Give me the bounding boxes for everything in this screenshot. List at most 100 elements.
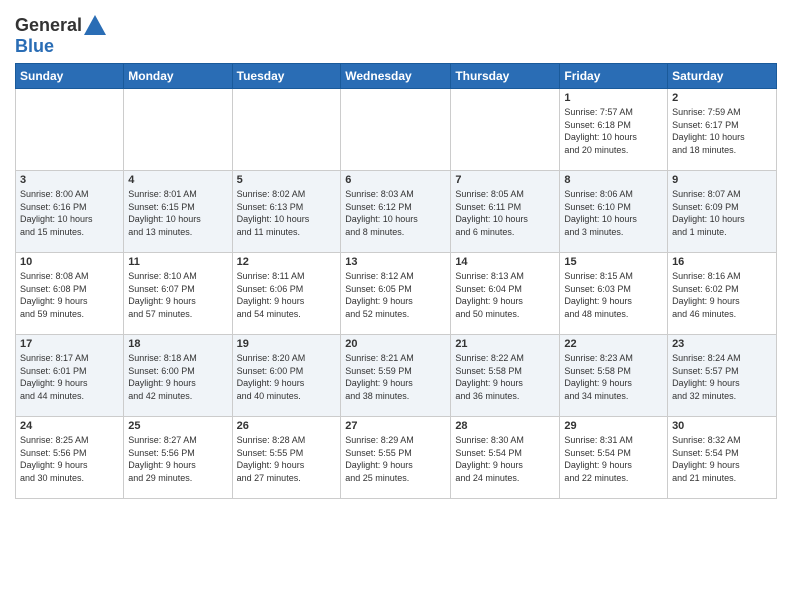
day-info: Sunrise: 8:07 AM Sunset: 6:09 PM Dayligh… — [672, 188, 772, 238]
day-number: 17 — [20, 338, 119, 350]
calendar-cell — [16, 89, 124, 171]
day-info: Sunrise: 8:32 AM Sunset: 5:54 PM Dayligh… — [672, 434, 772, 484]
day-info: Sunrise: 8:00 AM Sunset: 6:16 PM Dayligh… — [20, 188, 119, 238]
calendar-cell — [232, 89, 341, 171]
weekday-header-sunday: Sunday — [16, 64, 124, 89]
calendar-cell — [124, 89, 232, 171]
day-info: Sunrise: 8:05 AM Sunset: 6:11 PM Dayligh… — [455, 188, 555, 238]
day-info: Sunrise: 8:11 AM Sunset: 6:06 PM Dayligh… — [237, 270, 337, 320]
calendar-cell: 17Sunrise: 8:17 AM Sunset: 6:01 PM Dayli… — [16, 335, 124, 417]
day-info: Sunrise: 8:15 AM Sunset: 6:03 PM Dayligh… — [564, 270, 663, 320]
day-number: 5 — [237, 174, 337, 186]
calendar-cell: 29Sunrise: 8:31 AM Sunset: 5:54 PM Dayli… — [560, 417, 668, 499]
calendar-cell: 18 Sunrise: 8:18 AM Sunset: 6:00 PM Dayli… — [124, 335, 232, 417]
calendar-week-row: 24 Sunrise: 8:25 AM Sunset: 5:56 PM Dayli… — [16, 417, 777, 499]
calendar-cell: 4Sunrise: 8:01 AM Sunset: 6:15 PM Daylig… — [124, 171, 232, 253]
calendar-cell: 12 Sunrise: 8:11 AM Sunset: 6:06 PM Dayli… — [232, 253, 341, 335]
calendar-cell: 20 Sunrise: 8:21 AM Sunset: 5:59 PM Dayli… — [341, 335, 451, 417]
day-number: 10 — [20, 256, 119, 268]
logo-icon — [84, 15, 106, 35]
weekday-header-tuesday: Tuesday — [232, 64, 341, 89]
logo-general-text: General — [15, 15, 82, 36]
calendar-cell: 13 Sunrise: 8:12 AM Sunset: 6:05 PM Dayli… — [341, 253, 451, 335]
calendar-cell: 10 Sunrise: 8:08 AM Sunset: 6:08 PM Dayli… — [16, 253, 124, 335]
calendar-cell: 14 Sunrise: 8:13 AM Sunset: 6:04 PM Dayli… — [451, 253, 560, 335]
day-number: 1 — [564, 92, 663, 104]
day-number: 22 — [564, 338, 663, 350]
day-info: Sunrise: 8:24 AM Sunset: 5:57 PM Dayligh… — [672, 352, 772, 402]
day-number: 12 — [237, 256, 337, 268]
calendar-cell: 7 Sunrise: 8:05 AM Sunset: 6:11 PM Daylig… — [451, 171, 560, 253]
calendar-cell: 23 Sunrise: 8:24 AM Sunset: 5:57 PM Dayli… — [668, 335, 777, 417]
calendar-cell: 22 Sunrise: 8:23 AM Sunset: 5:58 PM Dayli… — [560, 335, 668, 417]
weekday-header-friday: Friday — [560, 64, 668, 89]
calendar-cell: 27Sunrise: 8:29 AM Sunset: 5:55 PM Dayli… — [341, 417, 451, 499]
day-number: 30 — [672, 420, 772, 432]
weekday-header-row: SundayMondayTuesdayWednesdayThursdayFrid… — [16, 64, 777, 89]
calendar-cell: 24 Sunrise: 8:25 AM Sunset: 5:56 PM Dayli… — [16, 417, 124, 499]
day-number: 14 — [455, 256, 555, 268]
calendar-week-row: 1Sunrise: 7:57 AM Sunset: 6:18 PM Daylig… — [16, 89, 777, 171]
day-info: Sunrise: 7:59 AM Sunset: 6:17 PM Dayligh… — [672, 106, 772, 156]
day-number: 25 — [128, 420, 227, 432]
calendar-cell: 16 Sunrise: 8:16 AM Sunset: 6:02 PM Dayli… — [668, 253, 777, 335]
day-number: 19 — [237, 338, 337, 350]
day-info: Sunrise: 8:03 AM Sunset: 6:12 PM Dayligh… — [345, 188, 446, 238]
calendar-cell: 5Sunrise: 8:02 AM Sunset: 6:13 PM Daylig… — [232, 171, 341, 253]
day-info: Sunrise: 8:23 AM Sunset: 5:58 PM Dayligh… — [564, 352, 663, 402]
calendar-cell: 28 Sunrise: 8:30 AM Sunset: 5:54 PM Dayli… — [451, 417, 560, 499]
weekday-header-monday: Monday — [124, 64, 232, 89]
calendar-cell: 15 Sunrise: 8:15 AM Sunset: 6:03 PM Dayli… — [560, 253, 668, 335]
calendar-cell: 26Sunrise: 8:28 AM Sunset: 5:55 PM Dayli… — [232, 417, 341, 499]
day-number: 29 — [564, 420, 663, 432]
day-number: 16 — [672, 256, 772, 268]
logo: General Blue — [15, 15, 106, 57]
day-number: 20 — [345, 338, 446, 350]
day-number: 9 — [672, 174, 772, 186]
day-info: Sunrise: 8:25 AM Sunset: 5:56 PM Dayligh… — [20, 434, 119, 484]
day-info: Sunrise: 8:21 AM Sunset: 5:59 PM Dayligh… — [345, 352, 446, 402]
day-number: 13 — [345, 256, 446, 268]
day-info: Sunrise: 8:27 AM Sunset: 5:56 PM Dayligh… — [128, 434, 227, 484]
day-number: 28 — [455, 420, 555, 432]
day-info: Sunrise: 8:08 AM Sunset: 6:08 PM Dayligh… — [20, 270, 119, 320]
day-info: Sunrise: 8:18 AM Sunset: 6:00 PM Dayligh… — [128, 352, 227, 402]
day-info: Sunrise: 8:30 AM Sunset: 5:54 PM Dayligh… — [455, 434, 555, 484]
weekday-header-thursday: Thursday — [451, 64, 560, 89]
calendar-cell: 30 Sunrise: 8:32 AM Sunset: 5:54 PM Dayli… — [668, 417, 777, 499]
day-number: 7 — [455, 174, 555, 186]
day-info: Sunrise: 8:10 AM Sunset: 6:07 PM Dayligh… — [128, 270, 227, 320]
day-number: 27 — [345, 420, 446, 432]
day-info: Sunrise: 8:06 AM Sunset: 6:10 PM Dayligh… — [564, 188, 663, 238]
calendar-cell: 11 Sunrise: 8:10 AM Sunset: 6:07 PM Dayli… — [124, 253, 232, 335]
calendar-cell: 19 Sunrise: 8:20 AM Sunset: 6:00 PM Dayli… — [232, 335, 341, 417]
weekday-header-saturday: Saturday — [668, 64, 777, 89]
day-info: Sunrise: 8:13 AM Sunset: 6:04 PM Dayligh… — [455, 270, 555, 320]
calendar-cell — [451, 89, 560, 171]
logo-blue-text: Blue — [15, 36, 54, 56]
day-info: Sunrise: 8:22 AM Sunset: 5:58 PM Dayligh… — [455, 352, 555, 402]
day-info: Sunrise: 8:28 AM Sunset: 5:55 PM Dayligh… — [237, 434, 337, 484]
calendar-cell: 6Sunrise: 8:03 AM Sunset: 6:12 PM Daylig… — [341, 171, 451, 253]
calendar-cell: 25 Sunrise: 8:27 AM Sunset: 5:56 PM Dayli… — [124, 417, 232, 499]
day-number: 3 — [20, 174, 119, 186]
day-number: 8 — [564, 174, 663, 186]
calendar-cell: 3 Sunrise: 8:00 AM Sunset: 6:16 PM Daylig… — [16, 171, 124, 253]
weekday-header-wednesday: Wednesday — [341, 64, 451, 89]
day-number: 4 — [128, 174, 227, 186]
day-number: 23 — [672, 338, 772, 350]
page-container: General Blue SundayMondayTuesdayWednesda… — [0, 0, 792, 504]
day-info: Sunrise: 8:12 AM Sunset: 6:05 PM Dayligh… — [345, 270, 446, 320]
day-info: Sunrise: 8:16 AM Sunset: 6:02 PM Dayligh… — [672, 270, 772, 320]
calendar-table: SundayMondayTuesdayWednesdayThursdayFrid… — [15, 63, 777, 499]
day-number: 15 — [564, 256, 663, 268]
calendar-cell: 8 Sunrise: 8:06 AM Sunset: 6:10 PM Daylig… — [560, 171, 668, 253]
calendar-cell: 21 Sunrise: 8:22 AM Sunset: 5:58 PM Dayli… — [451, 335, 560, 417]
calendar-cell: 9 Sunrise: 8:07 AM Sunset: 6:09 PM Daylig… — [668, 171, 777, 253]
day-info: Sunrise: 8:20 AM Sunset: 6:00 PM Dayligh… — [237, 352, 337, 402]
day-number: 24 — [20, 420, 119, 432]
calendar-cell — [341, 89, 451, 171]
day-number: 21 — [455, 338, 555, 350]
day-number: 18 — [128, 338, 227, 350]
day-number: 11 — [128, 256, 227, 268]
